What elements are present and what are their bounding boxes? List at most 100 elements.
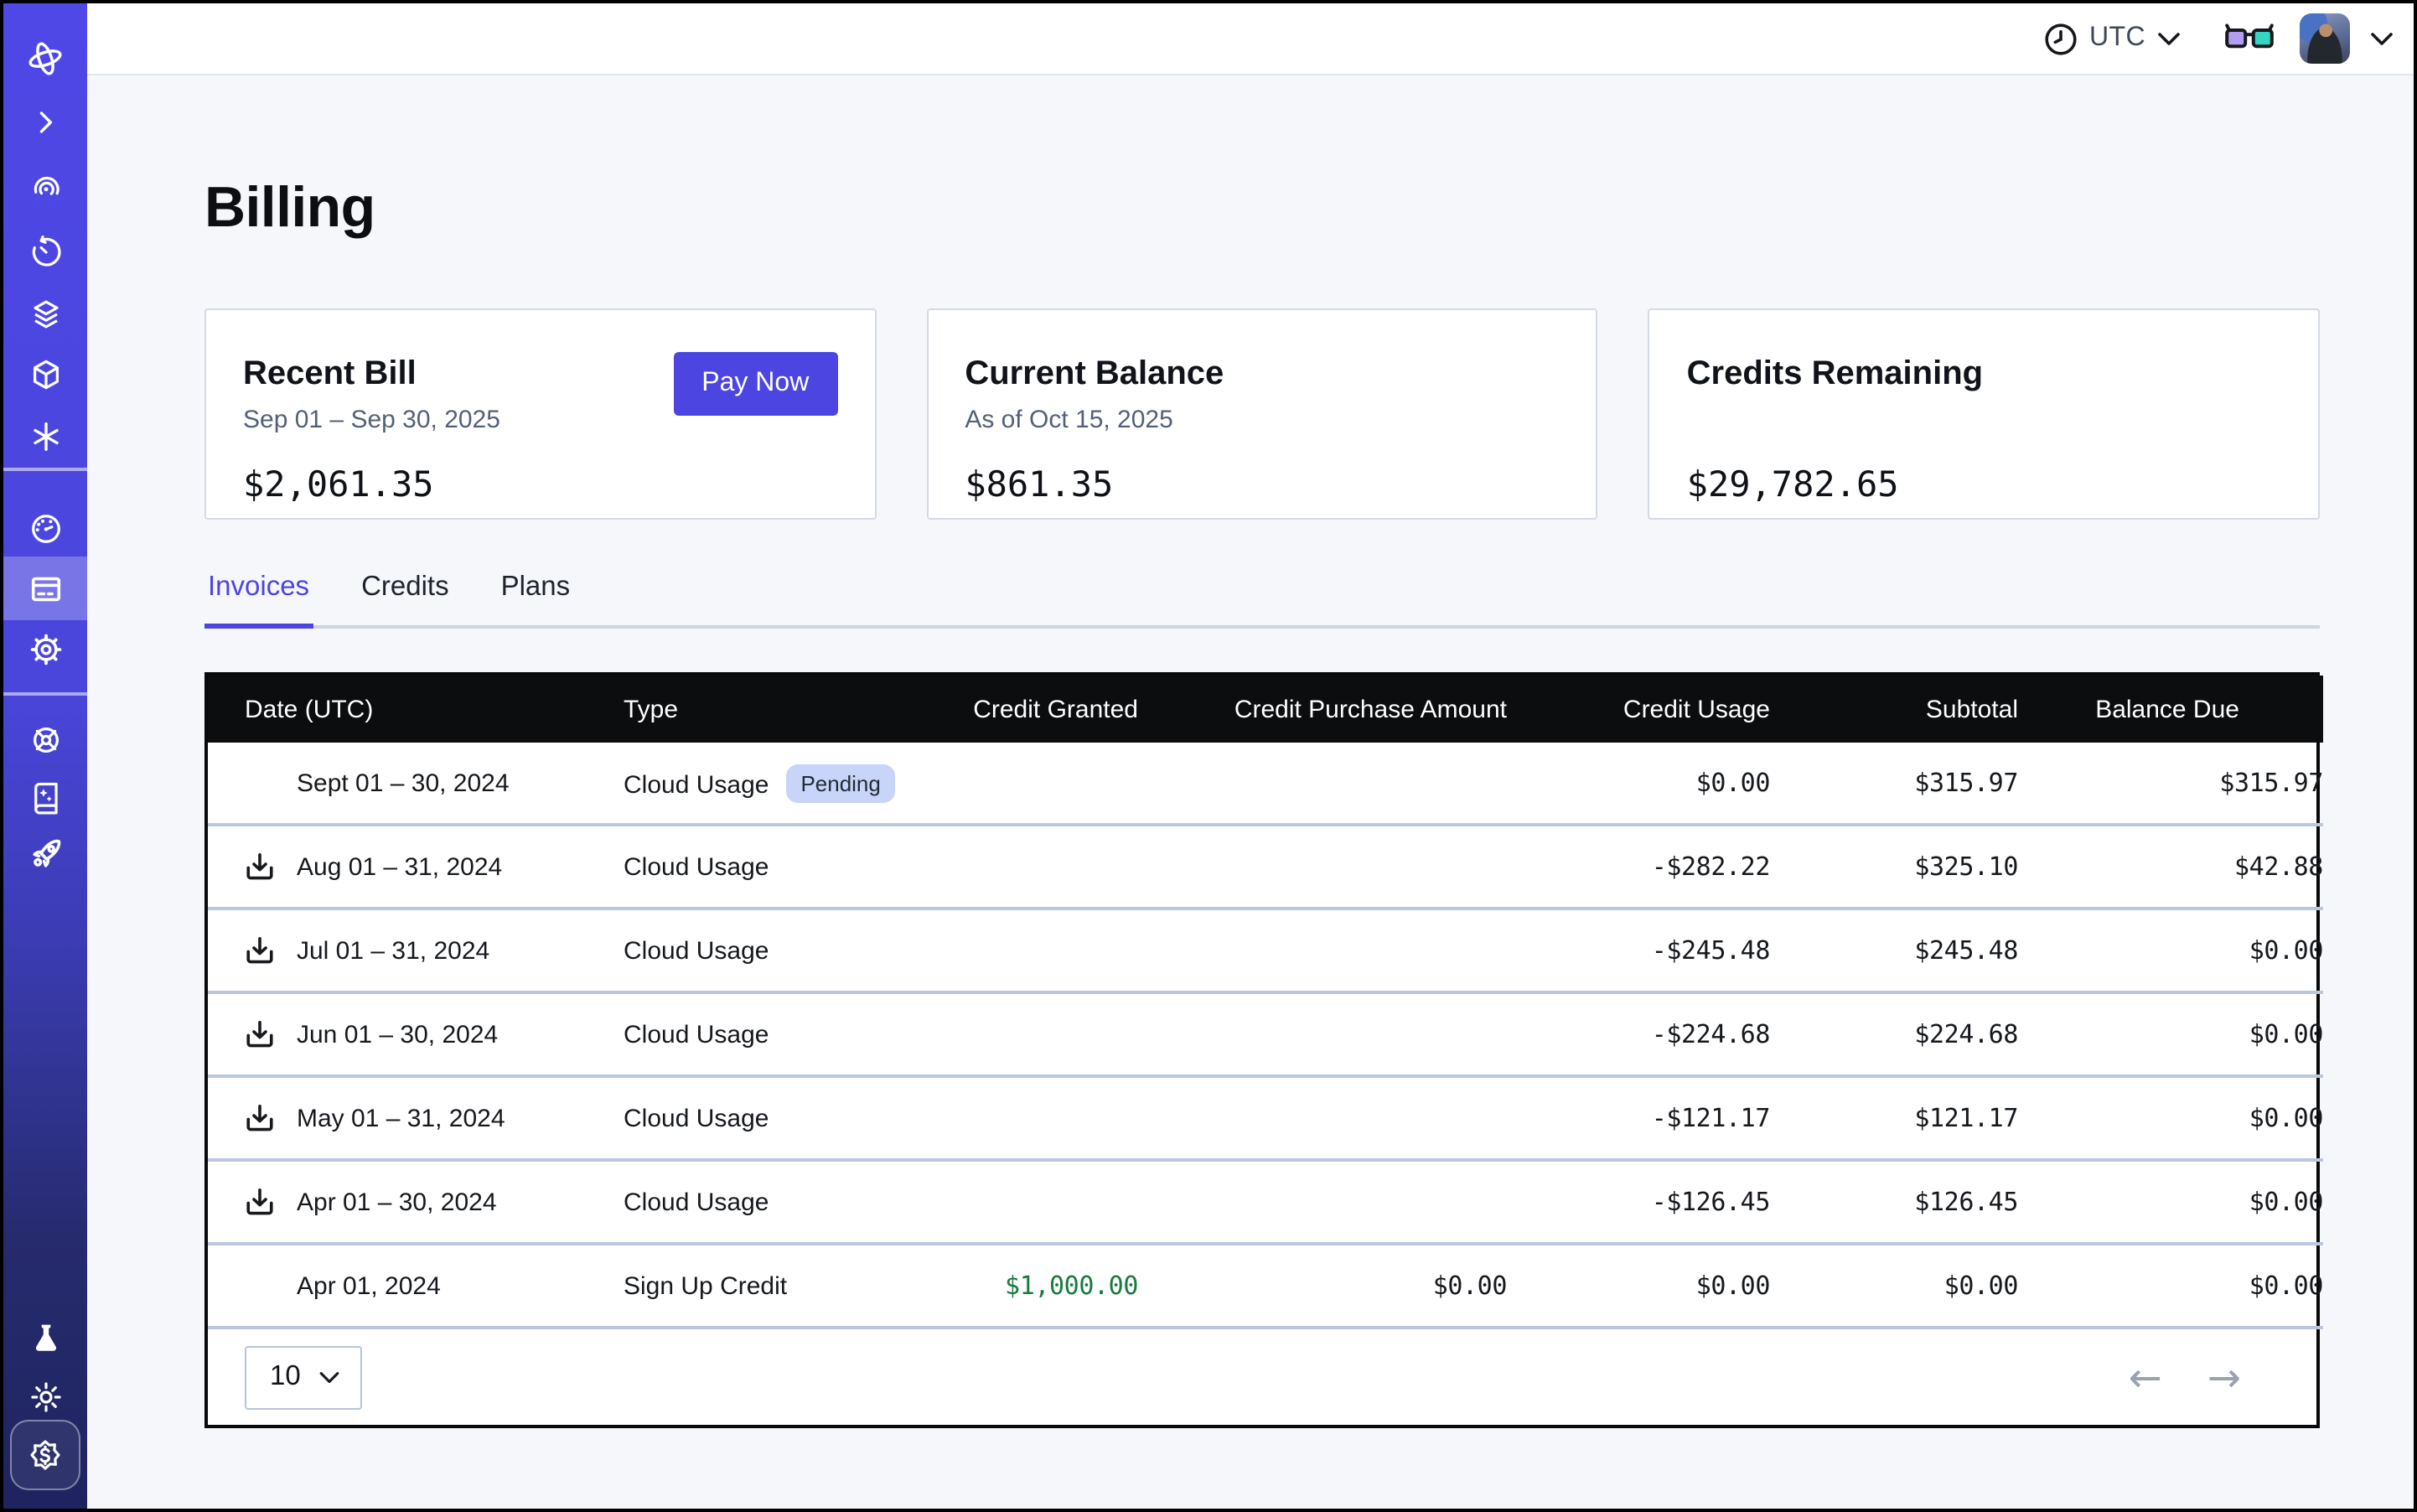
summary-cards: Recent Bill Sep 01 – Sep 30, 2025 $2,061… <box>204 308 2320 520</box>
credit-usage-value: -$245.48 <box>1507 909 1770 992</box>
credit-usage-value: -$224.68 <box>1507 992 1770 1076</box>
credit-usage-value: $0.00 <box>1507 1244 1770 1328</box>
sidebar-item-dashboard[interactable] <box>3 496 87 560</box>
balance-due-value: $0.00 <box>2018 992 2323 1076</box>
sidebar-item-helm[interactable] <box>3 707 87 771</box>
credit-purchase-value <box>1138 825 1507 909</box>
next-page-button[interactable]: → <box>2207 1357 2241 1397</box>
seal-dollar-icon <box>27 1437 64 1473</box>
balance-due-value: $0.00 <box>2018 1160 2323 1244</box>
download-invoice-button[interactable] <box>245 1187 275 1217</box>
sidebar-item-containers[interactable] <box>3 342 87 406</box>
sidebar-item-labs[interactable] <box>3 1306 87 1370</box>
prev-page-button[interactable]: ← <box>2129 1357 2162 1397</box>
invoice-type: Sign Up Credit <box>624 1271 787 1300</box>
main-content: Billing Recent Bill Sep 01 – Sep 30, 202… <box>87 75 2414 1509</box>
pagination: ← → <box>2129 1357 2241 1397</box>
status-badge: Pending <box>785 764 895 802</box>
sidebar-item-layers[interactable] <box>3 282 87 345</box>
arrow-right-icon: → <box>2207 1354 2241 1401</box>
col-balance-due: Balance Due <box>2018 676 2323 743</box>
download-icon <box>245 852 275 882</box>
orbit-logo-icon <box>25 39 65 79</box>
balance-due-value: $0.00 <box>2018 1244 2323 1328</box>
book-sparkle-icon <box>28 779 63 814</box>
subtotal-value: $245.48 <box>1770 909 2018 992</box>
invoice-row: May 01 – 31, 2024 Cloud Usage -$121.17 $… <box>208 1076 2323 1160</box>
invoice-row: Jun 01 – 30, 2024 Cloud Usage -$224.68 $… <box>208 992 2323 1076</box>
card-subtitle: As of Oct 15, 2025 <box>965 406 1559 436</box>
sidebar-credits-button[interactable] <box>10 1420 80 1490</box>
download-invoice-button[interactable] <box>245 1103 275 1133</box>
credit-usage-value: -$121.17 <box>1507 1076 1770 1160</box>
sidebar-item-services[interactable] <box>3 404 87 468</box>
col-credit-granted: Credit Granted <box>962 676 1138 743</box>
timezone-selector[interactable]: UTC <box>2042 21 2181 56</box>
credits-remaining-amount: $29,782.65 <box>1687 464 2281 505</box>
subtotal-value: $0.00 <box>1770 1244 2018 1328</box>
invoice-type: Cloud Usage <box>624 1104 769 1132</box>
chevron-down-icon <box>2370 31 2394 46</box>
credit-granted-value <box>962 992 1138 1076</box>
download-invoice-button[interactable] <box>245 1019 275 1049</box>
asterisk-icon <box>28 418 63 453</box>
balance-due-value: $315.97 <box>2018 743 2323 825</box>
download-icon <box>245 1187 275 1217</box>
sun-icon <box>28 1379 63 1414</box>
tab-credits[interactable]: Credits <box>358 572 453 629</box>
app-logo[interactable] <box>3 27 87 91</box>
invoices-table: Date (UTC) Type Credit Granted Credit Pu… <box>208 676 2323 1329</box>
observe-spiral-icon <box>28 170 63 205</box>
sidebar-divider <box>3 692 87 696</box>
sidebar-item-history[interactable] <box>3 220 87 283</box>
tab-plans[interactable]: Plans <box>498 572 574 629</box>
gauge-icon <box>28 510 63 546</box>
topbar: UTC <box>87 3 2414 75</box>
sidebar-item-settings[interactable] <box>3 617 87 681</box>
card-subtitle <box>1687 406 2281 436</box>
download-invoice-button[interactable] <box>245 852 275 882</box>
sidebar-item-docs[interactable] <box>3 764 87 828</box>
sidebar-item-theme[interactable] <box>3 1364 87 1428</box>
download-icon <box>245 1019 275 1049</box>
sidebar-item-observe[interactable] <box>3 156 87 220</box>
invoice-date: Apr 01 – 30, 2024 <box>297 1188 497 1216</box>
timer-icon <box>28 234 63 269</box>
credit-purchase-value <box>1138 992 1507 1076</box>
tab-invoices[interactable]: Invoices <box>204 572 313 629</box>
credit-purchase-value <box>1138 1160 1507 1244</box>
app-window: UTC Billing Recent Bill Sep 01 – Sep 30,… <box>0 0 2417 1512</box>
sidebar-collapse-button[interactable] <box>3 91 87 154</box>
download-icon <box>245 1103 275 1133</box>
chevron-right-icon <box>28 106 62 139</box>
invoice-row: Jul 01 – 31, 2024 Cloud Usage -$245.48 $… <box>208 909 2323 992</box>
credit-purchase-value <box>1138 743 1507 825</box>
balance-due-value: $0.00 <box>2018 909 2323 992</box>
pay-now-button[interactable]: Pay Now <box>673 352 837 416</box>
cube-icon <box>28 356 63 391</box>
invoice-table-body: Sept 01 – 30, 2024 Cloud UsagePending $0… <box>208 743 2323 1328</box>
sidebar-item-billing[interactable] <box>3 557 87 620</box>
subtotal-value: $121.17 <box>1770 1076 2018 1160</box>
reading-glasses-icon <box>2224 20 2275 52</box>
invoice-row: Sept 01 – 30, 2024 Cloud UsagePending $0… <box>208 743 2323 825</box>
rocket-icon <box>27 836 64 873</box>
subtotal-value: $224.68 <box>1770 992 2018 1076</box>
credit-granted-value <box>962 1160 1138 1244</box>
account-menu-button[interactable] <box>2370 26 2394 51</box>
download-invoice-button[interactable] <box>245 935 275 966</box>
balance-due-value: $42.88 <box>2018 825 2323 909</box>
sidebar-item-launch[interactable] <box>3 823 87 887</box>
table-header: Date (UTC) Type Credit Granted Credit Pu… <box>208 676 2323 743</box>
invoices-table-container: Date (UTC) Type Credit Granted Credit Pu… <box>204 672 2320 1428</box>
invoice-type: Cloud Usage <box>624 852 769 881</box>
credit-granted-value <box>962 825 1138 909</box>
invoice-date: Jun 01 – 30, 2024 <box>297 1020 498 1049</box>
sidebar <box>3 3 87 1509</box>
page-size-select[interactable]: 10 <box>245 1345 362 1409</box>
credits-remaining-card: Credits Remaining $29,782.65 <box>1648 308 2320 520</box>
reader-mode-button[interactable] <box>2224 20 2275 57</box>
credit-granted-value <box>962 1076 1138 1160</box>
invoice-date: Aug 01 – 31, 2024 <box>297 852 502 881</box>
avatar[interactable] <box>2300 13 2350 64</box>
